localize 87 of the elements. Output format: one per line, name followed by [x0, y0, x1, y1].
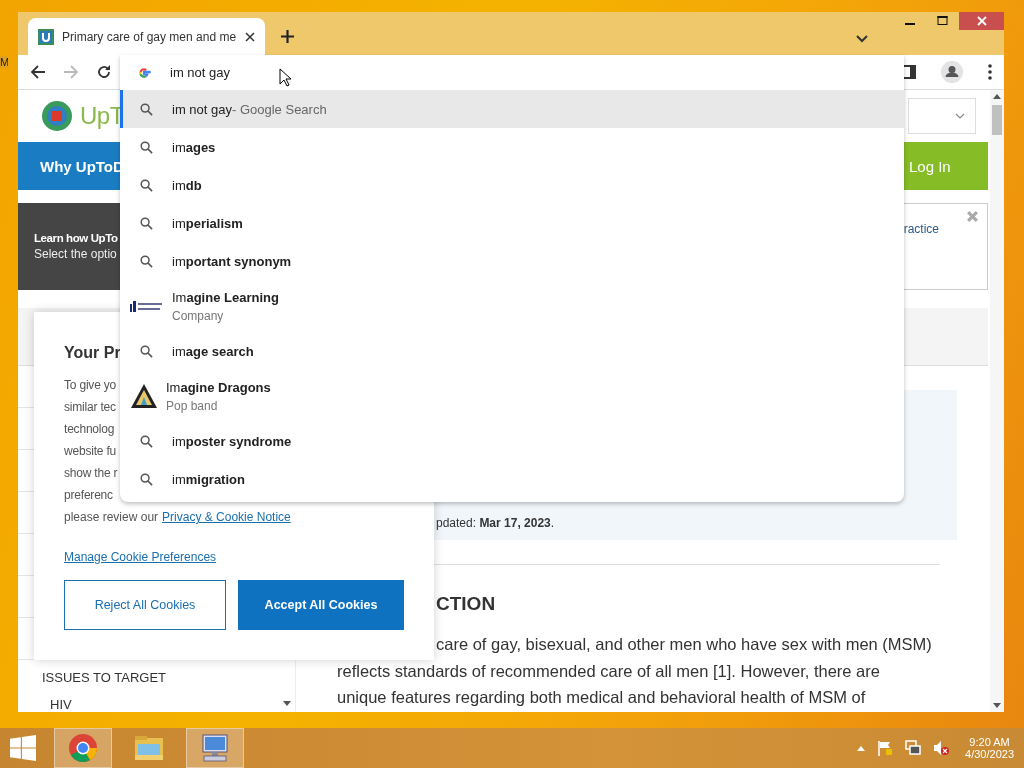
suggestion-item[interactable]: immigration [120, 460, 904, 498]
scroll-thumb[interactable] [992, 105, 1002, 135]
dialog-title: Your Pr [64, 344, 121, 362]
scroll-up-icon[interactable] [993, 94, 1001, 99]
suggestion-item[interactable]: Imagine Learning Company [120, 280, 904, 332]
site-favicon-icon [38, 28, 54, 45]
dialog-text-line: website fu [64, 443, 117, 460]
suggestion-text: Imagine Dragons [166, 379, 271, 395]
close-button[interactable] [959, 12, 1004, 30]
suggestion-item[interactable]: imposter syndrome [120, 422, 904, 460]
side-panel-icon[interactable] [902, 65, 916, 79]
show-hidden-icons-icon[interactable] [857, 745, 866, 751]
suggestion-text: imposter syndrome [172, 433, 292, 449]
google-icon [137, 65, 151, 80]
chrome-icon [68, 733, 98, 763]
suggestion-text: Imagine Learning [172, 289, 279, 305]
search-icon [140, 102, 153, 116]
dialog-text-line: show the r [64, 465, 118, 482]
dialog-text-line: technolog [64, 421, 115, 438]
suggestion-item[interactable]: Imagine Dragons Pop band [120, 370, 904, 422]
suggestion-text: imdb [172, 177, 202, 193]
chrome-taskbar-button[interactable] [54, 728, 112, 768]
suggestion-item[interactable]: imperialism [120, 204, 904, 242]
suggestion-item[interactable]: image search [120, 332, 904, 370]
folder-icon [134, 735, 164, 761]
desktop-icon-label[interactable]: M [0, 56, 8, 68]
section-heading: CTION [436, 593, 497, 615]
monitor-taskbar-button[interactable] [186, 728, 244, 768]
back-icon[interactable] [30, 64, 46, 80]
profile-icon[interactable] [941, 61, 963, 83]
suggestion-text: im not gay- Google Search [172, 101, 327, 117]
dialog-text-line: preferenc [64, 487, 113, 504]
suggestion-subtitle: Company [172, 308, 225, 323]
dialog-text-line: To give yo [64, 377, 117, 394]
search-icon [140, 434, 153, 448]
reject-cookies-button[interactable]: Reject All Cookies [64, 580, 226, 630]
suggestion-item[interactable]: important synonym [120, 242, 904, 280]
search-icon [140, 140, 153, 154]
mouse-pointer-icon [279, 68, 291, 87]
privacy-link[interactable]: Privacy & Cookie Notice [162, 506, 291, 528]
muted-speaker-icon[interactable] [933, 740, 950, 756]
triangle-logo-icon [130, 383, 158, 409]
close-icon[interactable] [245, 31, 255, 42]
close-icon [976, 16, 987, 26]
suggestion-text: important synonym [172, 253, 292, 269]
tab-title: Primary care of gay men and me [62, 29, 237, 44]
scroll-down-icon[interactable] [283, 701, 291, 706]
banner-text: Select the optio [34, 247, 118, 261]
suggestion-text: images [172, 139, 216, 155]
scrollbar[interactable] [990, 90, 1004, 712]
search-icon [140, 472, 153, 486]
flag-icon[interactable] [877, 740, 894, 756]
maximize-icon[interactable] [937, 16, 948, 26]
search-icon [140, 344, 153, 358]
logo-globe-icon [42, 101, 72, 131]
chevron-down-icon [955, 113, 965, 119]
plus-icon[interactable] [281, 30, 294, 43]
sidebar-item[interactable]: HIV [18, 685, 295, 712]
dialog-text-line: similar tec [64, 399, 116, 416]
network-icon[interactable] [905, 740, 922, 756]
updated-text: pdated: Mar 17, 2023. [436, 516, 555, 530]
company-logo-icon [130, 300, 164, 312]
browser-tab[interactable]: Primary care of gay men and me [28, 18, 265, 55]
paragraph-line: reflects standards of recommended care of all men [1]. However, there are [337, 660, 881, 682]
banner-link[interactable]: ractice [903, 222, 939, 289]
windows-start-icon[interactable] [10, 735, 36, 761]
suggestion-text: imperialism [172, 215, 243, 231]
menu-icon[interactable] [988, 64, 992, 80]
search-icon [140, 216, 153, 230]
accept-cookies-button[interactable]: Accept All Cookies [238, 580, 404, 630]
paragraph-line: care of gay, bisexual, and other men who have sex with men (MSM) [436, 634, 933, 655]
suggestion-subtitle: Pop band [166, 398, 219, 413]
address-field[interactable]: im not gay [170, 65, 470, 80]
suggestion-text: immigration [172, 471, 245, 487]
sidebar-heading: ISSUES TO TARGET [41, 669, 167, 685]
suggestion-item[interactable]: im not gay- Google Search [120, 90, 904, 128]
scroll-down-icon[interactable] [993, 703, 1001, 708]
paragraph-line: unique features regarding both medical and behavioral health of MSM of [337, 687, 867, 708]
reload-icon[interactable] [96, 64, 112, 80]
manage-preferences-link[interactable]: Manage Cookie Preferences [64, 550, 217, 564]
monitor-icon [200, 734, 230, 762]
search-icon [140, 254, 153, 268]
suggestion-text: image search [172, 343, 254, 359]
banner-title: Learn how UpTo [34, 232, 119, 244]
search-icon [140, 178, 153, 192]
chevron-down-icon[interactable] [856, 35, 868, 43]
dialog-text-line: please review our [64, 509, 159, 526]
